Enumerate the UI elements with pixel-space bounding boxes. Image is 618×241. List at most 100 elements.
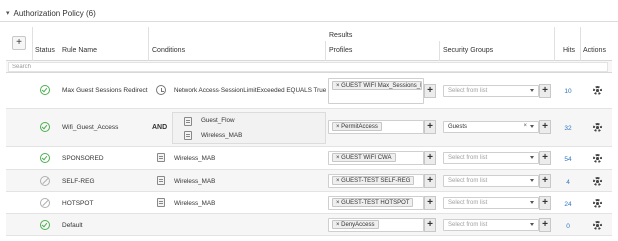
add-profile-button[interactable]: +	[424, 174, 436, 188]
dropdown-arrow-icon[interactable]	[530, 179, 534, 182]
column-separator	[439, 41, 440, 61]
gear-icon[interactable]	[593, 199, 602, 208]
add-rule-button[interactable]: +	[12, 36, 26, 50]
profile-chip[interactable]: × GUEST WIFI Max_Sessions_Rea	[332, 81, 422, 90]
profile-chip[interactable]: × GUEST-TEST HOTSPOT	[332, 198, 414, 207]
results-group-header: Results	[329, 32, 353, 39]
hits-count[interactable]: 10	[561, 88, 575, 95]
condition-text[interactable]: Network Access·SessionLimitExceeded EQUA…	[174, 87, 326, 94]
add-security-group-button[interactable]: +	[539, 174, 551, 188]
security-group-select[interactable]: Select from list	[443, 152, 539, 164]
rule-name[interactable]: Max Guest Sessions Redirect	[62, 87, 148, 94]
security-group-select[interactable]: Select from list	[443, 197, 539, 209]
column-separator	[580, 27, 581, 61]
hits-count[interactable]: 4	[561, 179, 575, 186]
condition-text[interactable]: Wireless_MAB	[174, 178, 215, 185]
condition-document-icon	[184, 131, 192, 140]
profiles-column-header: Profiles	[329, 47, 353, 54]
search-input[interactable]	[8, 62, 608, 72]
enabled-status-icon[interactable]	[40, 85, 50, 95]
add-security-group-button[interactable]: +	[539, 196, 551, 210]
table-row[interactable]: Wifi_Guest_Access AND Guest_Flow Wireles…	[6, 109, 612, 147]
security-group-value: Select from list	[448, 155, 488, 161]
profile-chip-box[interactable]: × GUEST WIFI CWA	[328, 151, 424, 165]
security-group-select[interactable]: Select from list	[443, 219, 539, 231]
security-group-select[interactable]: Select from list	[443, 85, 539, 97]
table-row[interactable]: SELF-REG Wireless_MAB × GUEST-TEST SELF-…	[6, 170, 612, 192]
section-header[interactable]: ▾ Authorization Policy (6)	[6, 6, 96, 20]
profile-chip-box[interactable]: × GUEST WIFI Max_Sessions_Rea	[328, 78, 424, 104]
gear-icon[interactable]	[593, 154, 602, 163]
rule-name[interactable]: SELF-REG	[62, 178, 95, 185]
dropdown-arrow-icon[interactable]	[530, 89, 534, 92]
add-profile-button[interactable]: +	[424, 84, 436, 98]
dropdown-arrow-icon[interactable]	[530, 156, 534, 159]
gear-icon[interactable]	[593, 123, 602, 132]
section-title: Authorization Policy (6)	[13, 8, 96, 18]
and-condition-group: Guest_Flow Wireless_MAB	[172, 112, 326, 144]
actions-column-header: Actions	[583, 47, 606, 54]
clear-selection-icon[interactable]: ×	[523, 123, 527, 129]
profile-chip-box[interactable]: × DenyAccess	[328, 218, 424, 232]
condition-text[interactable]: Wireless_MAB	[174, 155, 215, 162]
security-group-select[interactable]: Select from list	[443, 175, 539, 187]
security-group-value: Select from list	[448, 178, 488, 184]
add-security-group-button[interactable]: +	[539, 120, 551, 134]
add-profile-button[interactable]: +	[424, 120, 436, 134]
column-separator	[554, 27, 555, 61]
profile-chip-box[interactable]: × GUEST-TEST SELF-REG	[328, 174, 424, 188]
conditions-column-header: Conditions	[152, 47, 186, 54]
hits-count[interactable]: 54	[561, 156, 575, 163]
profile-chip-box[interactable]: × GUEST-TEST HOTSPOT	[328, 196, 424, 210]
table-header: + Status Rule Name Conditions Results Pr…	[6, 27, 612, 61]
divider	[0, 21, 618, 22]
gear-icon[interactable]	[593, 177, 602, 186]
authorization-policy-table: + Status Rule Name Conditions Results Pr…	[6, 27, 612, 241]
rule-name[interactable]: Default	[62, 222, 83, 229]
dropdown-arrow-icon[interactable]	[530, 125, 534, 128]
add-security-group-button[interactable]: +	[539, 151, 551, 165]
rule-name[interactable]: SPONSORED	[62, 155, 104, 162]
dropdown-arrow-icon[interactable]	[530, 201, 534, 204]
disabled-status-icon[interactable]	[40, 198, 50, 208]
table-row[interactable]: Max Guest Sessions Redirect Network Acce…	[6, 73, 612, 109]
security-group-value: Select from list	[448, 222, 488, 228]
disabled-status-icon[interactable]	[40, 176, 50, 186]
profile-chip-box[interactable]: × PermitAccess	[328, 120, 424, 134]
and-operator: AND	[152, 124, 168, 131]
column-separator	[325, 41, 326, 61]
dropdown-arrow-icon[interactable]	[530, 223, 534, 226]
profile-chip[interactable]: × GUEST WIFI CWA	[332, 153, 396, 162]
add-security-group-button[interactable]: +	[539, 84, 551, 98]
gear-icon[interactable]	[593, 221, 602, 230]
gear-icon[interactable]	[593, 86, 602, 95]
add-profile-button[interactable]: +	[424, 196, 436, 210]
table-row[interactable]: HOTSPOT Wireless_MAB × GUEST-TEST HOTSPO…	[6, 192, 612, 214]
profile-chip[interactable]: × PermitAccess	[332, 122, 382, 131]
enabled-status-icon[interactable]	[40, 122, 50, 132]
table-row[interactable]: Default × DenyAccess + Select from list …	[6, 214, 612, 236]
rule-name[interactable]: HOTSPOT	[62, 200, 93, 207]
chevron-down-icon[interactable]: ▾	[6, 9, 10, 17]
enabled-status-icon[interactable]	[40, 220, 50, 230]
hits-count[interactable]: 24	[561, 201, 575, 208]
rule-name[interactable]: Wifi_Guest_Access	[62, 124, 118, 131]
column-separator	[148, 27, 149, 61]
condition-text[interactable]: Wireless_MAB	[201, 132, 242, 139]
add-profile-button[interactable]: +	[424, 151, 436, 165]
table-row[interactable]: SPONSORED Wireless_MAB × GUEST WIFI CWA …	[6, 147, 612, 170]
hits-count[interactable]: 0	[561, 223, 575, 230]
security-groups-column-header: Security Groups	[443, 47, 494, 54]
enabled-status-icon[interactable]	[40, 153, 50, 163]
profile-chip[interactable]: × GUEST-TEST SELF-REG	[332, 176, 415, 185]
search-row	[6, 61, 612, 73]
security-group-select[interactable]: Guests ×	[443, 121, 539, 133]
profile-chip[interactable]: × DenyAccess	[332, 220, 379, 229]
condition-text[interactable]: Guest_Flow	[201, 117, 235, 124]
add-security-group-button[interactable]: +	[539, 218, 551, 232]
condition-text[interactable]: Wireless_MAB	[174, 200, 215, 207]
hits-count[interactable]: 32	[561, 125, 575, 132]
security-group-value: Guests	[448, 124, 468, 130]
add-profile-button[interactable]: +	[424, 218, 436, 232]
condition-document-icon	[157, 153, 165, 162]
